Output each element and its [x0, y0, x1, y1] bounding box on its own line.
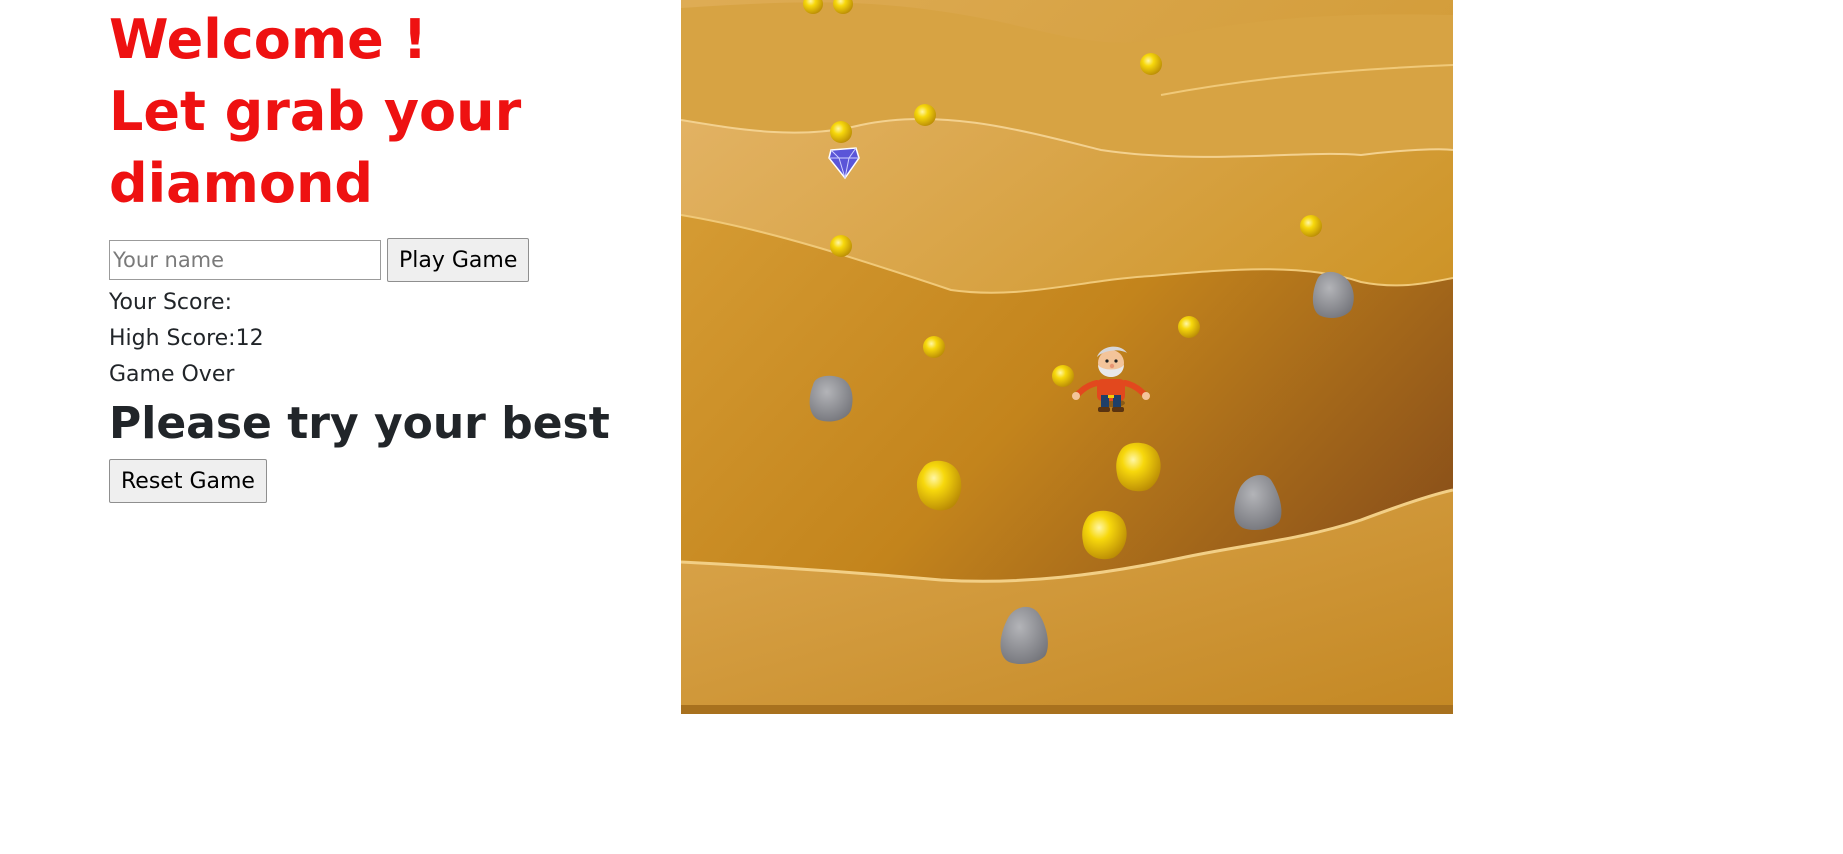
name-form: Play Game [109, 238, 629, 282]
game-state-label: Game Over [109, 362, 235, 387]
gold-nugget [1178, 316, 1200, 338]
page-title: Welcome ! Let grab your diamond [109, 8, 522, 215]
gold-nugget [1300, 215, 1322, 237]
rock [809, 375, 853, 422]
play-game-button[interactable]: Play Game [387, 238, 530, 282]
game-field-canvas [681, 0, 1453, 714]
large-gold-nugget [916, 460, 962, 511]
gold-nugget [1140, 53, 1162, 75]
game-field[interactable] [681, 0, 1453, 714]
reset-game-button[interactable]: Reset Game [109, 459, 267, 503]
gold-nugget [1052, 365, 1074, 387]
large-gold-nugget [1116, 442, 1161, 492]
gold-nugget [914, 104, 936, 126]
large-gold-nugget [1082, 510, 1127, 560]
gold-nugget [830, 121, 852, 143]
encouragement-message: Please try your best [109, 398, 610, 449]
high-score-label: High Score:12 [109, 326, 264, 351]
score-label: Your Score: [109, 290, 232, 315]
player-name-input[interactable] [109, 240, 381, 280]
control-panel: Welcome ! Let grab your diamond Play Gam… [109, 0, 629, 503]
gold-nugget [923, 336, 945, 358]
gold-nugget [830, 235, 852, 257]
